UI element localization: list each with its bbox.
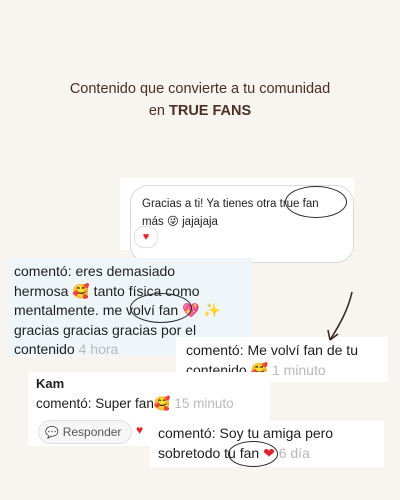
- headline: Contenido que convierte a tu comunidad e…: [0, 78, 400, 122]
- text-line: contenido: [14, 341, 79, 357]
- text-line: comentó: Super fan: [36, 396, 154, 411]
- reply-label: Responder: [62, 425, 122, 439]
- text-line: comentó: eres demasiado: [14, 263, 176, 279]
- text-line: hermosa: [14, 282, 73, 299]
- timestamp: 4 hora: [78, 341, 119, 357]
- emoji: 🥰: [153, 396, 171, 411]
- arrow-icon: [327, 291, 353, 341]
- headline-line1: Contenido que convierte a tu comunidad: [69, 81, 331, 97]
- reaction-badge[interactable]: ♥: [134, 226, 158, 248]
- emoji: 🥰: [72, 282, 90, 299]
- highlight-circle: [228, 441, 278, 467]
- emoji: ✨: [203, 302, 221, 318]
- text-part: jajajaja: [178, 216, 218, 228]
- headline-prefix: en: [148, 103, 169, 119]
- emoji: 😜: [166, 216, 179, 228]
- reply-button[interactable]: 💬 Responder: [38, 420, 133, 444]
- timestamp: 6 día: [278, 444, 310, 461]
- timestamp: 15 minuto: [174, 396, 234, 411]
- comment-text-4: comentó: Super fan🥰 15 minuto: [36, 394, 234, 413]
- headline-line2: en TRUE FANS: [0, 100, 400, 122]
- text-line: gracias gracias gracias por el: [14, 321, 197, 338]
- reply-bubble-icon: 💬: [45, 427, 59, 439]
- highlight-circle: [285, 186, 347, 218]
- heart-icon: ♥: [142, 231, 150, 243]
- commenter-name: Kam: [36, 376, 65, 391]
- headline-bold: TRUE FANS: [169, 103, 252, 119]
- text-line: comentó: Soy tu amiga pero: [158, 425, 334, 441]
- highlight-circle: [130, 293, 192, 323]
- timestamp: 1 minuto: [271, 361, 326, 378]
- heart-icon[interactable]: ♥: [136, 423, 143, 437]
